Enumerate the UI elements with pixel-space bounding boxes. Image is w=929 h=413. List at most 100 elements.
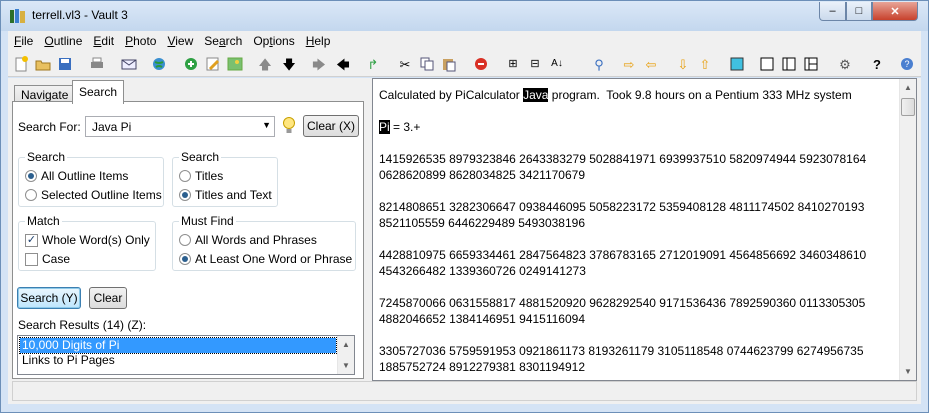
case-checkbox[interactable] [25, 252, 38, 266]
editor-scroll-thumb[interactable] [901, 98, 915, 116]
settings-icon[interactable]: ⚙ [836, 55, 854, 73]
left-icon[interactable]: 🡄 [334, 55, 352, 73]
menu-edit[interactable]: Edit [93, 34, 114, 48]
digit-line: 4882046652 1384146951 9415116094 [379, 312, 585, 326]
note-text[interactable]: Calculated by PiCalculator Java program.… [379, 87, 894, 375]
menu-outline[interactable]: Outline [44, 34, 82, 48]
menu-photo[interactable]: Photo [125, 34, 156, 48]
all-words-option[interactable]: All Words and Phrases [179, 232, 317, 248]
move-down-icon[interactable]: ⇩ [674, 55, 692, 73]
menu-options[interactable]: Options [253, 34, 294, 48]
search-results-list[interactable]: 10,000 Digits of Pi Links to Pi Pages ▲ … [17, 335, 355, 375]
help-icon[interactable]: ? [868, 55, 886, 73]
at-least-one-option[interactable]: At Least One Word or Phrase [179, 251, 352, 267]
tab-search[interactable]: Search [72, 80, 125, 104]
app-window: terrell.vl3 - Vault 3 – □ ✕ File Outline… [0, 0, 929, 413]
digit-line: 1885752724 8912279381 8301194912 [379, 360, 585, 374]
search-button[interactable]: Search (Y) [17, 287, 81, 309]
info-icon[interactable]: ? [898, 55, 916, 73]
add-icon[interactable] [182, 55, 200, 73]
edit-icon[interactable] [204, 55, 222, 73]
result-item[interactable]: Links to Pi Pages [20, 353, 336, 368]
digit-line: 1415926535 8979323846 2643383279 5028841… [379, 152, 867, 166]
outdent-icon[interactable]: ⇦ [642, 55, 660, 73]
match-title: Match [25, 214, 62, 228]
right-gray-icon[interactable]: 🡆 [310, 55, 328, 73]
search-query-combo[interactable]: Java Pi ▼ [85, 116, 275, 137]
chevron-down-icon[interactable]: ▼ [262, 120, 271, 130]
open-icon[interactable] [34, 55, 52, 73]
up-gray-icon[interactable]: 🡅 [256, 55, 274, 73]
note-line-1: Calculated by PiCalculator Java program.… [379, 88, 852, 102]
clear-button[interactable]: Clear [89, 287, 127, 309]
titles-option[interactable]: Titles [179, 168, 223, 184]
expand-icon[interactable]: ⊞ [504, 55, 522, 73]
menu-file[interactable]: File [14, 34, 33, 48]
picture-icon[interactable] [226, 55, 244, 73]
print-icon[interactable] [88, 55, 106, 73]
scroll-down-icon[interactable]: ▼ [338, 357, 354, 374]
find-icon[interactable]: ⚲ [590, 55, 608, 73]
single-pane-icon[interactable] [758, 55, 776, 73]
radio-selected-items[interactable] [25, 189, 37, 201]
radio-all-items[interactable] [25, 170, 37, 182]
all-outline-items-option[interactable]: All Outline Items [25, 168, 128, 184]
digit-line: 4428810975 6659334461 2847564823 3786783… [379, 248, 867, 262]
radio-titles[interactable] [179, 170, 191, 182]
window-title: terrell.vl3 - Vault 3 [32, 8, 128, 22]
title-bar[interactable]: terrell.vl3 - Vault 3 – □ ✕ [1, 1, 928, 31]
email-icon[interactable] [120, 55, 138, 73]
radio-all-words[interactable] [179, 234, 191, 246]
note-editor[interactable]: Calculated by PiCalculator Java program.… [372, 78, 917, 381]
whole-words-checkbox[interactable]: ✓ [25, 233, 38, 247]
digit-line: 7245870066 0631558817 4881520920 9628292… [379, 296, 866, 310]
search-results-label: Search Results (14) (Z): [18, 318, 147, 332]
two-pane-icon[interactable] [780, 55, 798, 73]
new-icon[interactable] [12, 55, 30, 73]
digit-line: 4543266482 1339360726 0249141273 [379, 264, 586, 278]
menu-view[interactable]: View [167, 34, 193, 48]
clear-x-button[interactable]: Clear (X) [303, 115, 359, 137]
copy-icon[interactable] [418, 55, 436, 73]
close-button[interactable]: ✕ [872, 2, 918, 21]
whole-words-option[interactable]: ✓ Whole Word(s) Only [25, 232, 150, 248]
menu-help[interactable]: Help [306, 34, 331, 48]
vault-app-icon [10, 9, 25, 23]
scroll-up-icon[interactable]: ▲ [338, 336, 354, 353]
menu-bar: File Outline Edit Photo View Search Opti… [8, 31, 921, 51]
note-line-2 [379, 104, 382, 118]
digit-line: 0628620899 8628034825 3421170679 [379, 168, 585, 182]
editor-scrollbar[interactable]: ▲ ▼ [899, 79, 916, 380]
move-up-icon[interactable]: ⇧ [696, 55, 714, 73]
focus-icon[interactable] [728, 55, 746, 73]
scroll-down-icon[interactable]: ▼ [900, 363, 916, 380]
titles-and-text-option[interactable]: Titles and Text [179, 187, 272, 203]
search-panel: Search For: Java Pi ▼ Clear (X) Search A… [12, 101, 364, 379]
result-item[interactable]: 10,000 Digits of Pi [19, 337, 337, 354]
digit-line: 3305727036 5759591953 0921861173 8193261… [379, 344, 864, 358]
three-pane-icon[interactable] [802, 55, 820, 73]
delete-icon[interactable] [472, 55, 490, 73]
minimize-button[interactable]: – [819, 2, 846, 21]
sort-icon[interactable]: A↓ [548, 55, 566, 73]
collapse-icon[interactable]: ⊟ [526, 55, 544, 73]
radio-at-least-one[interactable] [179, 253, 191, 265]
search-in-group: Search Titles Titles and Text [172, 150, 278, 207]
paste-icon[interactable] [440, 55, 458, 73]
down-icon[interactable]: 🡇 [280, 55, 298, 73]
indent-icon[interactable]: ⇨ [620, 55, 638, 73]
maximize-button[interactable]: □ [846, 2, 872, 21]
case-option[interactable]: Case [25, 251, 70, 267]
scroll-up-icon[interactable]: ▲ [900, 79, 916, 96]
lightbulb-icon[interactable] [281, 116, 297, 136]
client-area: Navigate Search Search For: Java Pi ▼ Cl… [8, 78, 921, 404]
radio-titles-and-text[interactable] [179, 189, 191, 201]
menu-search[interactable]: Search [204, 34, 242, 48]
note-line-3: Pi = 3.+ [379, 120, 421, 134]
cut-icon[interactable]: ✂ [396, 55, 414, 73]
redo-icon[interactable]: ↱ [364, 55, 382, 73]
save-icon[interactable] [56, 55, 74, 73]
globe-icon[interactable] [150, 55, 168, 73]
results-scrollbar[interactable]: ▲ ▼ [337, 336, 354, 374]
selected-outline-items-option[interactable]: Selected Outline Items [25, 187, 162, 203]
